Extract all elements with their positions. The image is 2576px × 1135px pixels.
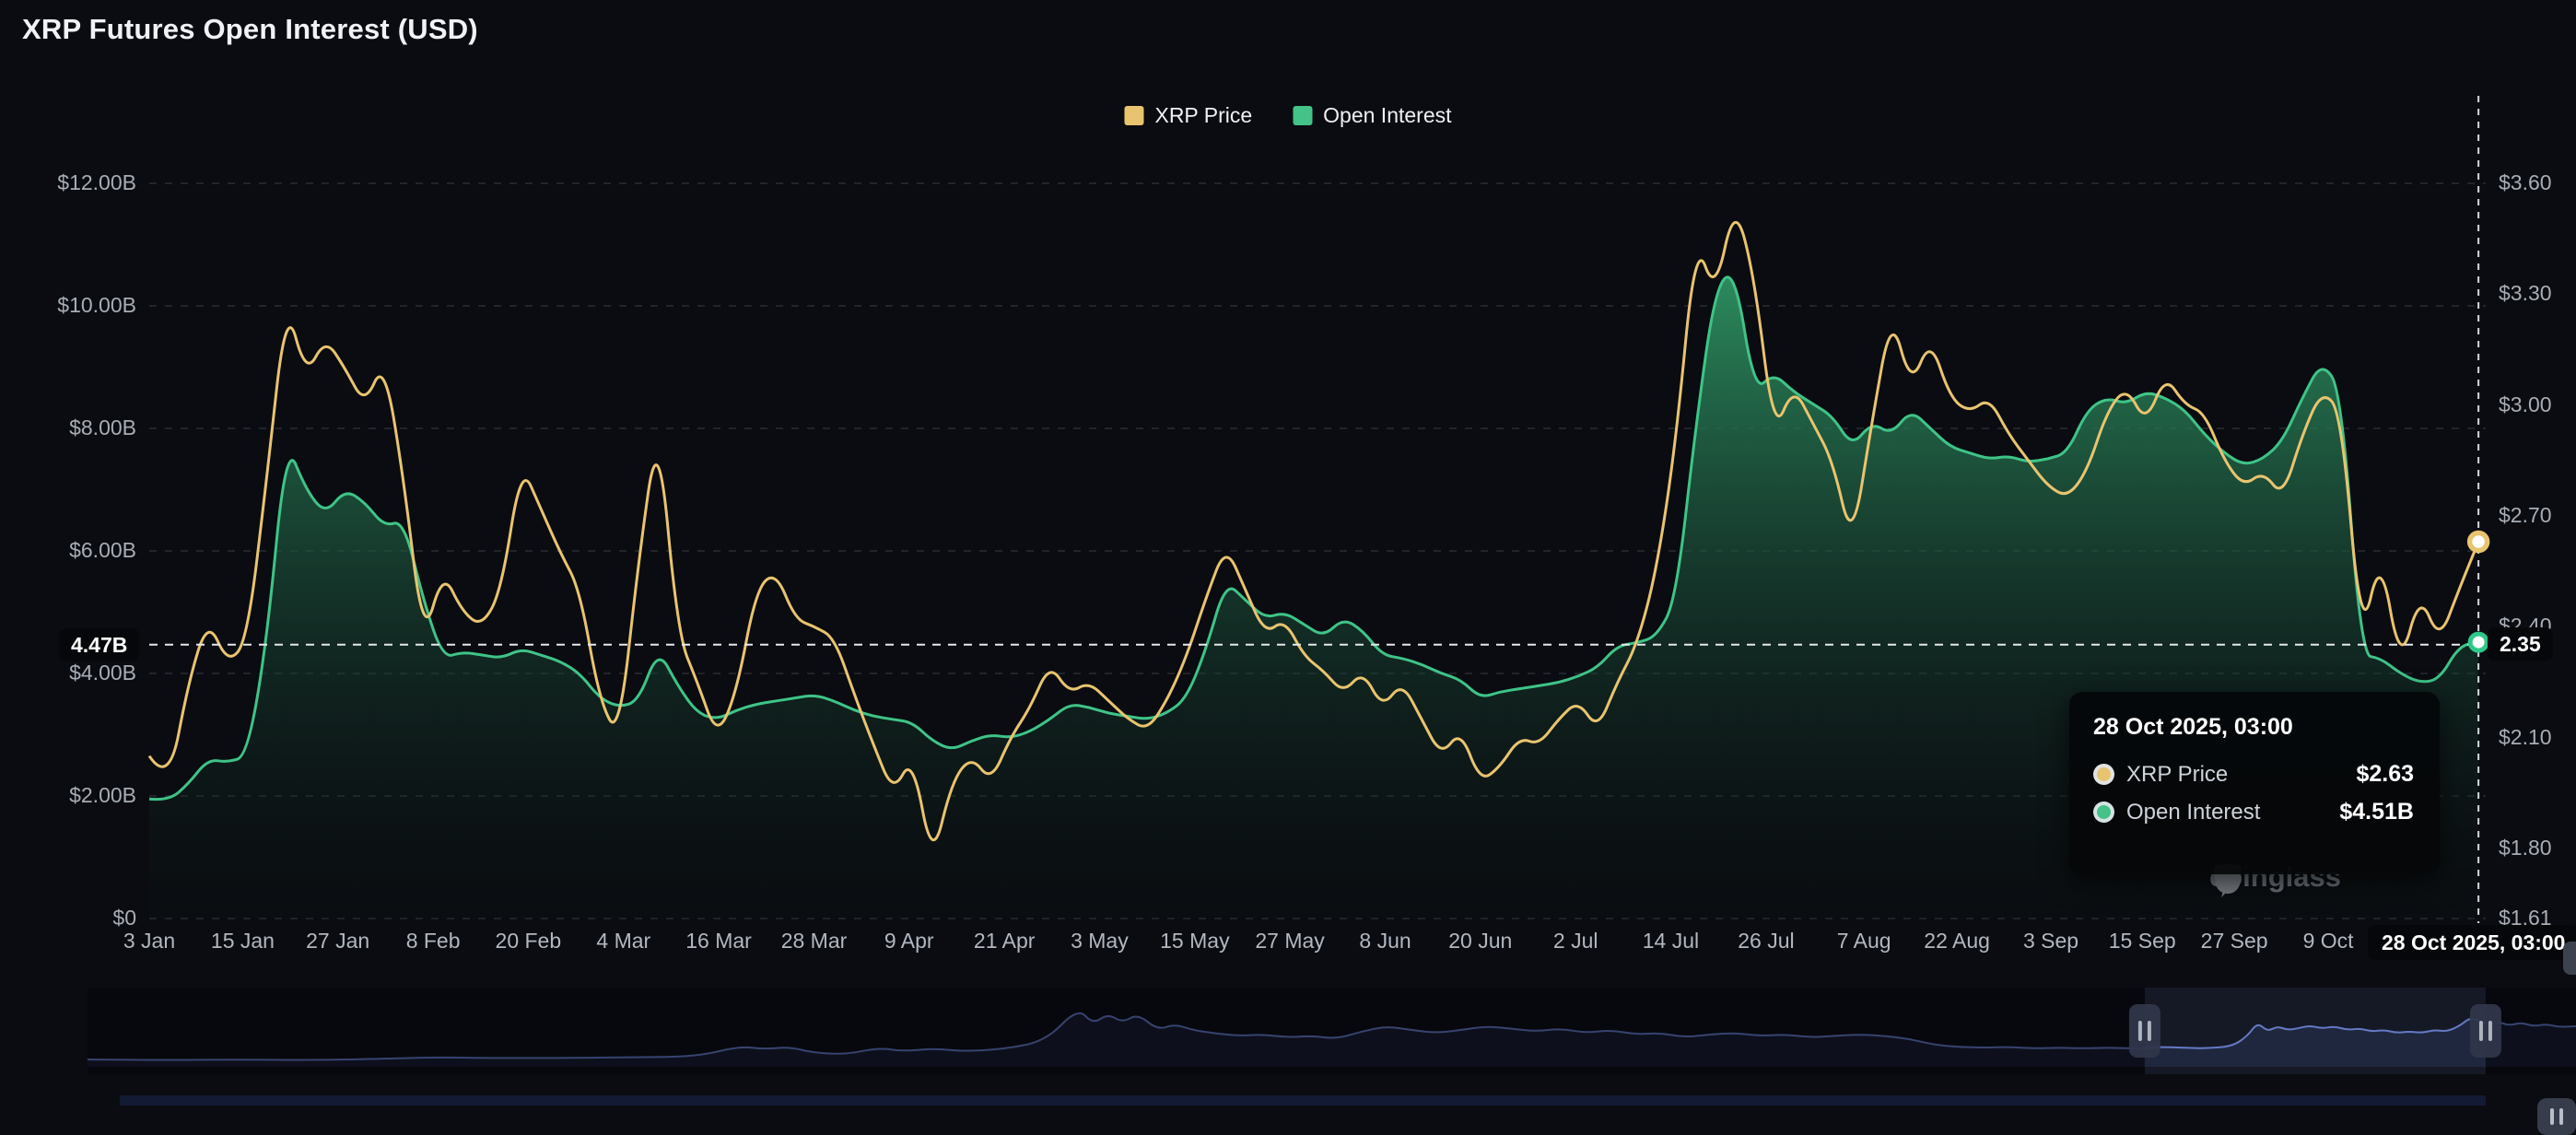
navigator-corner-handle[interactable] (2537, 1098, 2576, 1135)
open-interest-dot-icon (2093, 802, 2114, 823)
y-axis-left-label: $6.00B (17, 537, 136, 563)
x-axis-label: 3 Jan (123, 929, 175, 954)
x-axis-label: 14 Jul (1643, 929, 1699, 954)
x-axis-label: 26 Jul (1738, 929, 1794, 954)
x-axis-label: 27 Jan (306, 929, 369, 954)
x-axis-label: 21 Apr (974, 929, 1036, 954)
handle-pause-bar-icon (2488, 1021, 2492, 1041)
x-axis-label: 3 Sep (2023, 929, 2078, 954)
x-axis-label: 27 Sep (2201, 929, 2268, 954)
tooltip-row-label: Open Interest (2126, 800, 2260, 825)
x-axis-label: 8 Jun (1359, 929, 1411, 954)
tooltip-row-label: XRP Price (2126, 762, 2228, 788)
navigator-dim-left (88, 988, 2145, 1074)
handle-grip-icon (2559, 1108, 2563, 1125)
tooltip-time: 28 Oct 2025, 03:00 (2093, 714, 2414, 741)
x-axis-label: 8 Feb (406, 929, 461, 954)
oi-current-value-badge-left: 4.47B (59, 628, 139, 661)
scroll-edge-tab[interactable] (2563, 942, 2576, 975)
price-cursor-dot-icon (2470, 532, 2488, 550)
navigator-handle-right[interactable] (2470, 1004, 2501, 1058)
y-axis-left-label: $4.00B (17, 660, 136, 685)
y-axis-left-label: $2.00B (17, 782, 136, 808)
y-axis-right-label: $3.00 (2499, 392, 2552, 417)
tooltip-row-open-interest: Open Interest $4.51B (2093, 799, 2414, 825)
x-axis-label: 2 Jul (1553, 929, 1598, 954)
oi-cursor-dot-icon (2470, 634, 2487, 650)
x-axis-label: 3 May (1071, 929, 1129, 954)
handle-pause-bar-icon (2148, 1021, 2151, 1041)
oi-current-value-badge-right: 2.35 (2488, 627, 2553, 661)
handle-pause-bar-icon (2138, 1021, 2142, 1041)
x-axis-label: 7 Aug (1837, 929, 1891, 954)
x-axis-label: 4 Mar (596, 929, 650, 954)
handle-pause-bar-icon (2479, 1021, 2483, 1041)
tooltip-row-value: $4.51B (2339, 799, 2414, 825)
y-axis-right-label: $3.60 (2499, 170, 2552, 195)
tooltip-row-value: $2.63 (2356, 761, 2414, 788)
y-axis-left-label: $8.00B (17, 415, 136, 440)
x-axis-label: 28 Mar (781, 929, 848, 954)
x-axis-label: 15 Jan (211, 929, 275, 954)
y-axis-right-label: $2.10 (2499, 724, 2552, 750)
x-axis-label: 15 May (1160, 929, 1229, 954)
navigator-selection-window[interactable] (2145, 988, 2486, 1074)
y-axis-right-label: $2.70 (2499, 502, 2552, 528)
x-axis-label: 22 Aug (1924, 929, 1990, 954)
y-axis-left-label: $0 (17, 905, 136, 930)
x-axis-label: 16 Mar (685, 929, 752, 954)
x-axis-label: 20 Feb (496, 929, 562, 954)
x-axis-label: 9 Oct (2303, 929, 2354, 954)
crosshair-date-badge: 28 Oct 2025, 03:00 (2368, 925, 2576, 960)
xrp-price-dot-icon (2093, 764, 2114, 785)
tooltip-row-xrp-price: XRP Price $2.63 (2093, 761, 2414, 788)
x-axis-label: 20 Jun (1448, 929, 1512, 954)
y-axis-left-label: $12.00B (17, 170, 136, 195)
tooltip: 28 Oct 2025, 03:00 XRP Price $2.63 Open … (2069, 692, 2440, 874)
secondary-panel-strip (120, 1095, 2486, 1106)
navigator-handle-left[interactable] (2129, 1004, 2160, 1058)
y-axis-right-label: $1.80 (2499, 835, 2552, 860)
x-axis-label: 27 May (1255, 929, 1324, 954)
x-axis-label: 15 Sep (2109, 929, 2176, 954)
y-axis-right-label: $3.30 (2499, 280, 2552, 306)
chart-page: XRP Futures Open Interest (USD) XRP Pric… (0, 0, 2576, 1106)
y-axis-left-label: $10.00B (17, 292, 136, 318)
handle-grip-icon (2550, 1108, 2554, 1125)
x-axis-label: 9 Apr (884, 929, 934, 954)
